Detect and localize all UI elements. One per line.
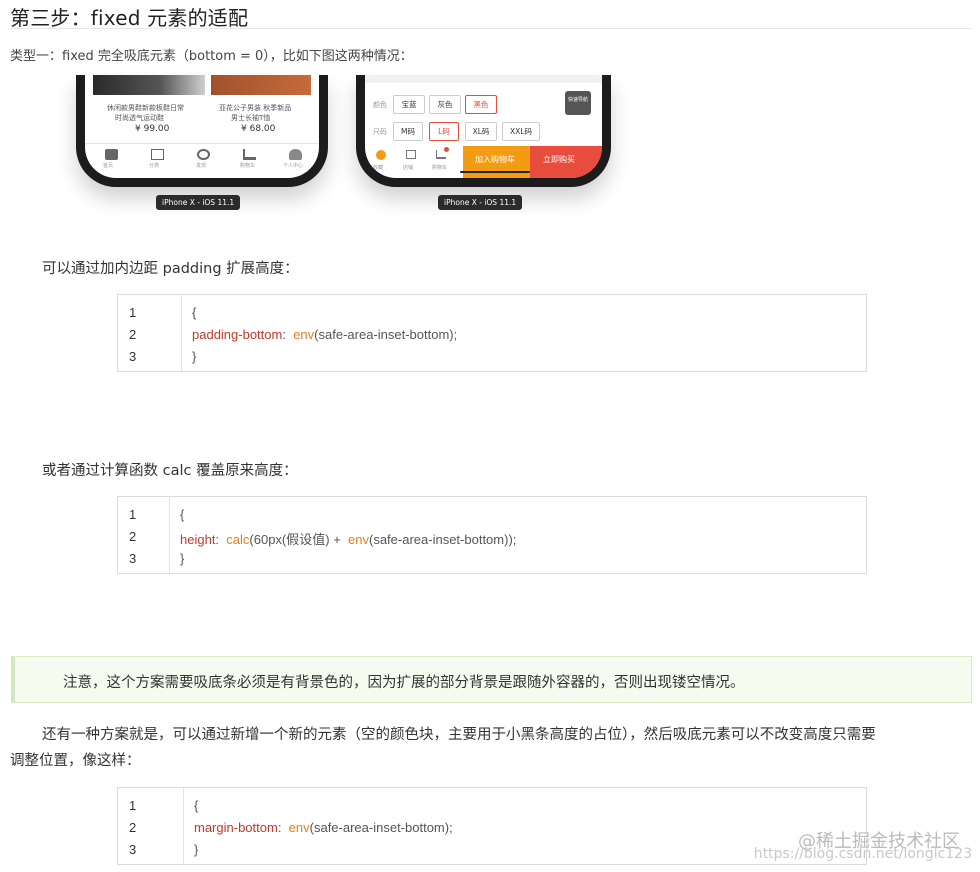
line-number: 1 bbox=[129, 798, 137, 813]
line-number: 2 bbox=[129, 820, 137, 835]
css-argument: (60px(假设值) + bbox=[249, 532, 345, 547]
cart-tab-icon bbox=[243, 149, 256, 160]
add-cart-text: 加入购物车 bbox=[475, 155, 515, 164]
tab-label-user: 个人中心 bbox=[283, 163, 304, 169]
tab-label-category: 分类 bbox=[149, 163, 160, 169]
right-phone-label: iPhone X - iOS 11.1 bbox=[438, 195, 523, 210]
product2-price: ¥ 68.00 bbox=[241, 124, 276, 134]
line-number: 3 bbox=[129, 349, 137, 364]
size-chip-l[interactable]: L码 bbox=[429, 122, 459, 141]
paragraph-alternative-l1: 还有一种方案就是，可以通过新增一个新的元素（空的颜色块，主要用于小黑条高度的占位… bbox=[42, 727, 876, 743]
code-line-close: } bbox=[180, 551, 185, 566]
product-image-2 bbox=[211, 75, 311, 95]
code-block-1: 1 2 3 { padding-bottom: env(safe-area-in… bbox=[117, 294, 867, 372]
paragraph-padding: 可以通过加内边距 padding 扩展高度： bbox=[42, 261, 299, 277]
line-number: 2 bbox=[129, 529, 137, 544]
quick-nav-badge[interactable] bbox=[565, 91, 591, 115]
css-argument: (safe-area-inset-bottom)); bbox=[369, 532, 517, 547]
css-function: env bbox=[288, 820, 310, 835]
quick-nav-text: 快速导航 bbox=[568, 97, 589, 103]
left-phone-label: iPhone X - iOS 11.1 bbox=[156, 195, 241, 210]
line-gutter bbox=[118, 295, 182, 371]
cart-label: 购物车 bbox=[432, 165, 448, 171]
css-property: padding-bottom bbox=[192, 327, 283, 342]
code-line-close: } bbox=[194, 842, 199, 857]
favorite-icon[interactable] bbox=[376, 150, 386, 160]
heading-divider bbox=[10, 28, 972, 29]
category-tab-icon bbox=[151, 149, 164, 160]
buy-now-text: 立即购买 bbox=[543, 155, 575, 164]
css-property: height bbox=[180, 532, 216, 547]
product2-title-l1: 亚花公子男装 秋季新品 bbox=[219, 104, 292, 112]
code-line-2: padding-bottom: env(safe-area-inset-bott… bbox=[192, 327, 457, 342]
code-line-close: } bbox=[192, 349, 197, 364]
note-callout: 注意，这个方案需要吸底条必须是有背景色的，因为扩展的部分背景是跟随外容器的，否则… bbox=[11, 656, 972, 703]
code-line-open: { bbox=[192, 305, 197, 320]
store-label: 店铺 bbox=[403, 165, 414, 171]
color-label: 颜色 bbox=[373, 101, 387, 109]
figure-phones: 休闲款男鞋新款板鞋日常 时尚透气运动鞋 ¥ 99.00 亚花公子男装 秋季新品 … bbox=[62, 75, 642, 225]
code-line-2: height: calc(60px(假设值) + env(safe-area-i… bbox=[180, 529, 516, 548]
home-tab-icon bbox=[105, 149, 118, 160]
left-phone-mockup: 休闲款男鞋新款板鞋日常 时尚透气运动鞋 ¥ 99.00 亚花公子男装 秋季新品 … bbox=[76, 75, 328, 187]
line-gutter bbox=[118, 788, 184, 864]
product1-title-l2: 时尚透气运动鞋 bbox=[115, 114, 164, 122]
subheading: 类型一：fixed 完全吸底元素（bottom = 0），比如下图这两种情况： bbox=[10, 49, 413, 64]
colon: : bbox=[215, 532, 220, 547]
paragraph-calc: 或者通过计算函数 calc 覆盖原来高度： bbox=[42, 463, 298, 479]
discover-tab-icon bbox=[197, 149, 210, 160]
tab-label-cart: 购物车 bbox=[240, 163, 256, 169]
size-chip-m[interactable]: M码 bbox=[393, 122, 423, 141]
product1-title-l1: 休闲款男鞋新款板鞋日常 bbox=[107, 104, 184, 112]
note-text: 注意，这个方案需要吸底条必须是有背景色的，因为扩展的部分背景是跟随外容器的，否则… bbox=[63, 675, 745, 691]
line-number: 2 bbox=[129, 327, 137, 342]
css-function: calc bbox=[226, 532, 250, 547]
top-strip bbox=[365, 75, 602, 83]
css-function: env bbox=[293, 327, 315, 342]
csdn-url-watermark: https://blog.csdn.net/longlc123 bbox=[753, 846, 972, 862]
user-tab-icon bbox=[289, 149, 302, 160]
product1-price: ¥ 99.00 bbox=[135, 124, 170, 134]
code-line-open: { bbox=[180, 507, 185, 522]
tabbar-divider bbox=[85, 143, 319, 144]
tab-label-discover: 发现 bbox=[196, 163, 207, 169]
color-chip-grey[interactable]: 灰色 bbox=[429, 95, 461, 114]
colon: : bbox=[282, 327, 286, 342]
css-argument: (safe-area-inset-bottom); bbox=[309, 820, 453, 835]
code-block-2: 1 2 3 { height: calc(60px(假设值) + env(saf… bbox=[117, 496, 867, 574]
css-function: env bbox=[348, 532, 369, 547]
size-chip-xxl[interactable]: XXL码 bbox=[502, 122, 540, 141]
css-property: margin-bottom bbox=[194, 820, 278, 835]
cart-count-badge bbox=[444, 147, 449, 152]
size-chip-xl[interactable]: XL码 bbox=[465, 122, 497, 141]
code-line-2: margin-bottom: env(safe-area-inset-botto… bbox=[194, 820, 453, 835]
color-chip-blue[interactable]: 宝蓝 bbox=[393, 95, 425, 114]
line-number: 3 bbox=[129, 842, 137, 857]
section-heading: 第三步：fixed 元素的适配 bbox=[10, 6, 249, 30]
paragraph-alternative-l2: 调整位置，像这样： bbox=[10, 753, 141, 769]
tab-label-home: 首页 bbox=[103, 163, 114, 169]
product2-title-l2: 男士长袖T恤 bbox=[231, 114, 271, 122]
line-gutter bbox=[118, 497, 170, 573]
size-label: 尺码 bbox=[373, 128, 387, 136]
right-phone-mockup: 颜色 宝蓝 灰色 黑色 快速导航 尺码 M码 L码 XL码 XXL码 收藏 店铺… bbox=[356, 75, 611, 187]
code-line-open: { bbox=[194, 798, 199, 813]
colon: : bbox=[277, 820, 282, 835]
line-number: 1 bbox=[129, 507, 137, 522]
home-indicator-bar bbox=[460, 171, 530, 173]
product-image-1 bbox=[93, 75, 205, 95]
line-number: 3 bbox=[129, 551, 137, 566]
color-chip-black[interactable]: 黑色 bbox=[465, 95, 497, 114]
css-argument: (safe-area-inset-bottom); bbox=[314, 327, 458, 342]
line-number: 1 bbox=[129, 305, 137, 320]
favorite-label: 收藏 bbox=[373, 165, 384, 171]
store-icon[interactable] bbox=[406, 150, 416, 159]
